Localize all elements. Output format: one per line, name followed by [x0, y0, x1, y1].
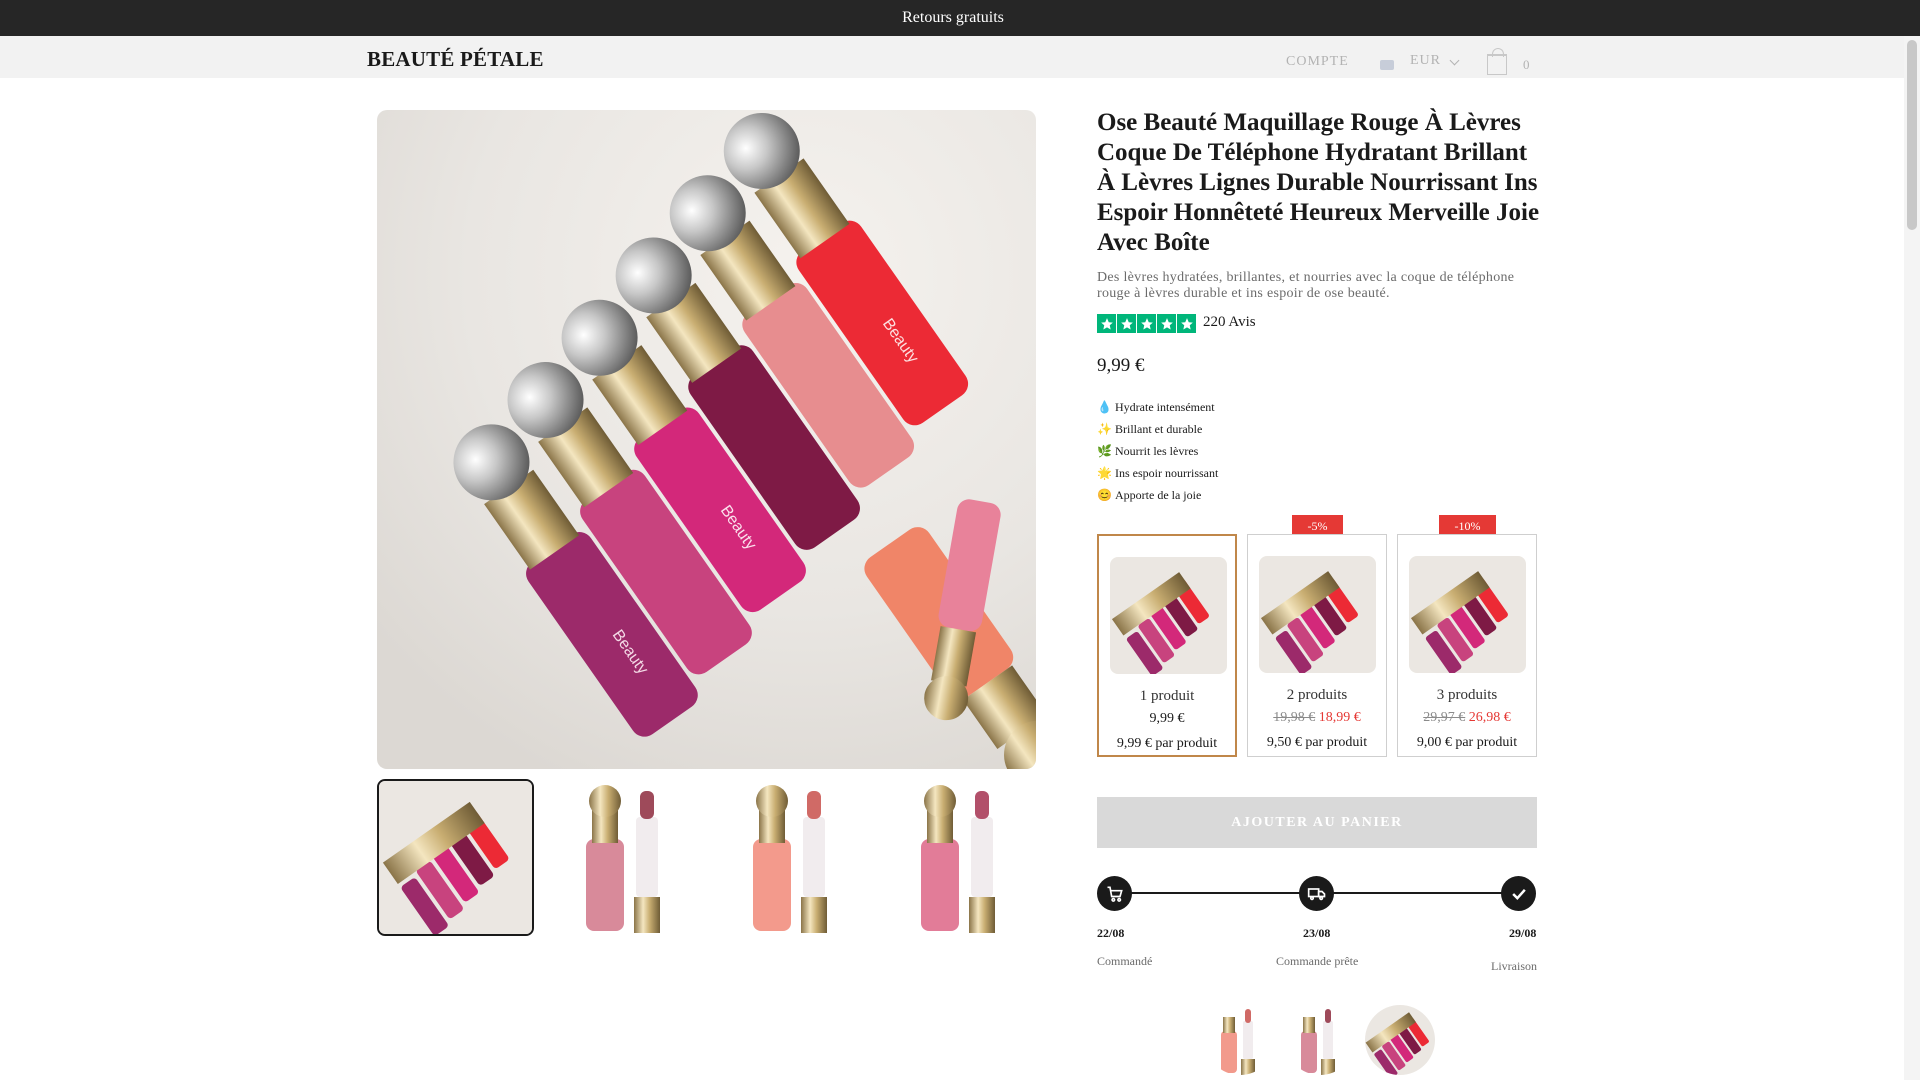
star-icon — [1097, 314, 1116, 333]
offer-label: 2 produits — [1286, 687, 1348, 703]
feature-text: Nourrit les lèvres — [1115, 443, 1199, 458]
star-icon — [1177, 314, 1196, 333]
feature-text: Brillant et durable — [1115, 421, 1203, 436]
feature-item: 💧 Hydrate intensément — [1097, 396, 1218, 418]
feature-item: 🌿 Nourrit les lèvres — [1097, 440, 1218, 462]
thumbnail-image — [883, 779, 1040, 936]
star-glow-icon: 🌟 — [1097, 465, 1112, 480]
offer-unit-price: 9,99 € par produit — [1116, 736, 1218, 751]
related-product-1[interactable] — [1205, 1005, 1275, 1075]
offer-price: 18,99 € — [1318, 710, 1361, 725]
feature-item: 🌟 Ins espoir nourrissant — [1097, 462, 1218, 484]
lip-oil-bottles-photo: Beauty Beauty Beauty — [377, 110, 1036, 769]
related-product-3[interactable] — [1365, 1005, 1435, 1075]
tracking-date-delivery: 29/08 — [1509, 926, 1537, 940]
rating-stars — [1097, 314, 1196, 333]
scrollbar-thumb[interactable] — [1907, 40, 1917, 230]
smile-icon: 😊 — [1097, 487, 1112, 502]
cart-icon — [1097, 876, 1132, 911]
check-icon — [1501, 876, 1536, 911]
tracking-label-ordered: Commandé — [1097, 954, 1153, 968]
offer-image — [1110, 557, 1227, 674]
feature-item: ✨ Brillant et durable — [1097, 418, 1218, 440]
thumbnail-1[interactable] — [377, 779, 534, 936]
product-title: Ose Beauté Maquillage Rouge À Lèvres Coq… — [1097, 109, 1540, 256]
thumbnail-image — [379, 781, 532, 934]
feature-text: Hydrate intensément — [1115, 399, 1215, 414]
sparkles-icon: ✨ — [1097, 421, 1112, 436]
feature-text: Apporte de la joie — [1115, 487, 1202, 502]
star-icon — [1137, 314, 1156, 333]
announcement-text: Retours gratuits — [902, 9, 1004, 26]
chevron-down-icon[interactable] — [1449, 55, 1460, 66]
offer-image — [1259, 556, 1376, 673]
flag-icon — [1380, 60, 1394, 70]
cart-count[interactable]: 0 — [1523, 57, 1530, 73]
offer-image — [1409, 556, 1526, 673]
product-description: Des lèvres hydratées, brillantes, et nou… — [1097, 270, 1515, 301]
leaf-icon: 🌿 — [1097, 443, 1112, 458]
star-icon — [1157, 314, 1176, 333]
water-drop-icon: 💧 — [1097, 399, 1112, 414]
offer-unit-price: 9,00 € par produit — [1416, 735, 1518, 750]
thumbnail-image — [715, 779, 872, 936]
offer-unit-price: 9,50 € par produit — [1266, 735, 1368, 750]
thumbnail-3[interactable] — [715, 779, 872, 936]
offer-3-products[interactable]: 3 produits 29,97 € 26,98 € 9,00 € par pr… — [1397, 534, 1537, 757]
reviews-count[interactable]: 220 Avis — [1203, 314, 1256, 331]
offer-price-row: 29,97 € 26,98 € — [1398, 710, 1536, 726]
offer-2-products[interactable]: 2 produits 19,98 € 18,99 € 9,50 € par pr… — [1247, 534, 1387, 757]
star-icon — [1117, 314, 1136, 333]
tracking-label-ready: Commande prête — [1276, 954, 1359, 968]
thumbnail-image — [548, 779, 705, 936]
store-logo[interactable]: BEAUTÉ PÉTALE — [367, 47, 544, 72]
site-header: BEAUTÉ PÉTALE COMPTE EUR 0 — [0, 36, 1904, 78]
feature-text: Ins espoir nourrissant — [1115, 465, 1219, 480]
offer-price: 26,98 € — [1468, 710, 1511, 725]
offer-price-row: 19,98 € 18,99 € — [1248, 710, 1386, 726]
offer-1-product[interactable]: 1 produit 9,99 € 9,99 € par produit — [1097, 534, 1237, 757]
main-product-image[interactable]: Beauty Beauty Beauty — [377, 110, 1036, 769]
offer-label: 1 produit — [1139, 688, 1195, 704]
tracking-date-ready: 23/08 — [1303, 926, 1331, 940]
feature-list: 💧 Hydrate intensément ✨ Brillant et durabl… — [1097, 396, 1218, 506]
announcement-bar: Retours gratuits — [0, 0, 1920, 36]
offer-old-price: 29,97 € — [1423, 710, 1466, 725]
currency-selector[interactable]: EUR — [1410, 53, 1441, 69]
account-link[interactable]: COMPTE — [1286, 54, 1349, 70]
tracking-label-delivery: Livraison — [1491, 959, 1537, 973]
truck-icon — [1299, 876, 1334, 911]
shopping-bag-icon[interactable] — [1486, 48, 1507, 75]
tracking-date-ordered: 22/08 — [1097, 926, 1125, 940]
product-price: 9,99 € — [1097, 355, 1145, 376]
add-to-cart-button[interactable]: AJOUTER AU PANIER — [1097, 797, 1537, 848]
offer-old-price: 19,98 € — [1273, 710, 1316, 725]
related-product-2[interactable] — [1285, 1005, 1355, 1075]
thumbnail-2[interactable] — [548, 779, 705, 936]
offer-price: 9,99 € — [1149, 711, 1185, 726]
offer-label: 3 produits — [1436, 687, 1498, 703]
thumbnail-4[interactable] — [883, 779, 1040, 936]
feature-item: 😊 Apporte de la joie — [1097, 484, 1218, 506]
